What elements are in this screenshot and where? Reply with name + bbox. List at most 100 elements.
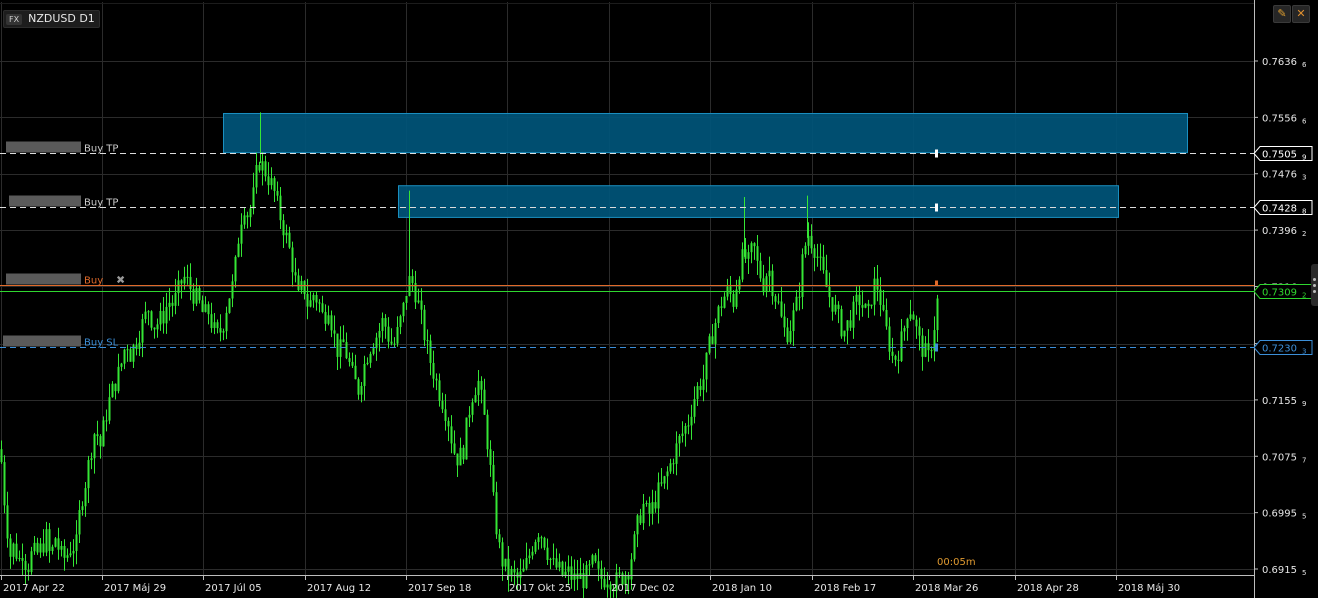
candle — [297, 268, 300, 292]
close-chart-button[interactable]: ✕ — [1292, 5, 1310, 23]
candle-body — [537, 537, 540, 543]
candle — [741, 242, 744, 283]
candle — [483, 378, 486, 415]
candle — [912, 311, 915, 320]
candle-body — [123, 349, 126, 364]
candle-body — [291, 247, 294, 273]
candle — [345, 332, 348, 360]
candle-body — [462, 447, 465, 460]
candle — [762, 264, 765, 296]
candle — [750, 241, 753, 264]
candle-body — [642, 503, 645, 524]
candle — [444, 394, 447, 431]
market-tag: FX — [6, 13, 23, 25]
candle-body — [78, 510, 81, 535]
tp2-level-label: Buy TP — [84, 198, 118, 209]
candle-body — [657, 482, 660, 509]
candle — [429, 334, 432, 376]
candle-body — [834, 304, 837, 312]
time-tick-label: 2018 Jan 10 — [712, 583, 772, 594]
candle-body — [810, 235, 813, 249]
price-chart[interactable]: Buy TP Buy TP Buy Buy SL ✖ 0.7636 6 0.7556 6 0.7… — [0, 0, 1318, 598]
candle — [222, 328, 225, 341]
candle-body — [189, 276, 192, 290]
candle-body — [210, 314, 213, 329]
candle — [438, 373, 441, 407]
candle-body — [672, 463, 675, 465]
candle — [126, 344, 129, 362]
price-tick-sub: 5 — [1302, 569, 1306, 577]
price-box-value: 0.7309 — [1262, 288, 1297, 299]
candle-body — [900, 331, 903, 361]
candle — [312, 292, 315, 308]
candle-body — [273, 178, 276, 191]
candle — [243, 207, 246, 229]
candle — [882, 290, 885, 312]
time-tick-label: 2017 Máj 29 — [104, 582, 166, 594]
zone-upper — [223, 112, 1188, 154]
candle-body — [117, 366, 120, 392]
candle-body — [669, 463, 672, 472]
candle-body — [45, 529, 48, 553]
masked-volume-box — [9, 195, 81, 207]
candle-body — [411, 276, 414, 284]
candle-body — [201, 300, 204, 312]
candle-body — [483, 389, 486, 415]
candle-body — [498, 534, 501, 543]
candle-body — [24, 560, 27, 570]
candle — [342, 325, 345, 343]
candle-body — [165, 306, 168, 324]
candle-body — [603, 578, 606, 588]
candle-body — [366, 362, 369, 364]
candle-body — [264, 161, 267, 177]
candle — [279, 187, 282, 229]
candle — [783, 303, 786, 337]
time-tick-label: 2017 Aug 12 — [307, 583, 371, 594]
candle — [723, 292, 726, 309]
candle — [936, 294, 939, 343]
candle — [588, 560, 591, 576]
candle — [357, 377, 360, 400]
candle — [48, 522, 51, 563]
candle — [459, 437, 462, 466]
candle — [642, 493, 645, 530]
candle-body — [747, 252, 750, 259]
edit-button[interactable]: ✎ — [1273, 5, 1291, 23]
masked-volume-box — [6, 273, 81, 285]
candle — [216, 319, 219, 334]
candle — [30, 546, 33, 575]
candle — [843, 330, 846, 342]
candle — [39, 538, 42, 558]
candle-body — [315, 295, 318, 303]
candle — [120, 362, 123, 372]
candle-body — [816, 256, 819, 258]
candle-body — [780, 301, 783, 317]
candle — [9, 534, 12, 569]
candle-body — [156, 324, 159, 330]
candle-body — [813, 248, 816, 258]
candle — [369, 351, 372, 368]
chart-shift-handle[interactable] — [1311, 264, 1318, 306]
candle — [210, 302, 213, 333]
candle-body — [93, 434, 96, 459]
candle-body — [585, 565, 588, 589]
time-tick-label: 2018 Mar 26 — [915, 583, 978, 594]
candle-body — [141, 319, 144, 343]
price-box-sub: 9 — [1302, 154, 1306, 162]
symbol-badge[interactable]: FX NZDUSD D1 — [3, 10, 100, 28]
candle — [66, 548, 69, 562]
candle-body — [90, 458, 93, 461]
candle-body — [636, 515, 639, 535]
candle — [501, 537, 504, 581]
candle-body — [897, 359, 900, 361]
time-tick-label: 2017 Apr 22 — [3, 583, 65, 594]
candle-body — [450, 426, 453, 444]
candle-body — [630, 559, 633, 580]
candle-body — [480, 380, 483, 390]
candle-body — [465, 417, 468, 460]
candle — [276, 181, 279, 201]
candle — [246, 211, 249, 229]
candle-body — [21, 558, 24, 561]
candle — [591, 553, 594, 568]
candle — [675, 431, 678, 476]
